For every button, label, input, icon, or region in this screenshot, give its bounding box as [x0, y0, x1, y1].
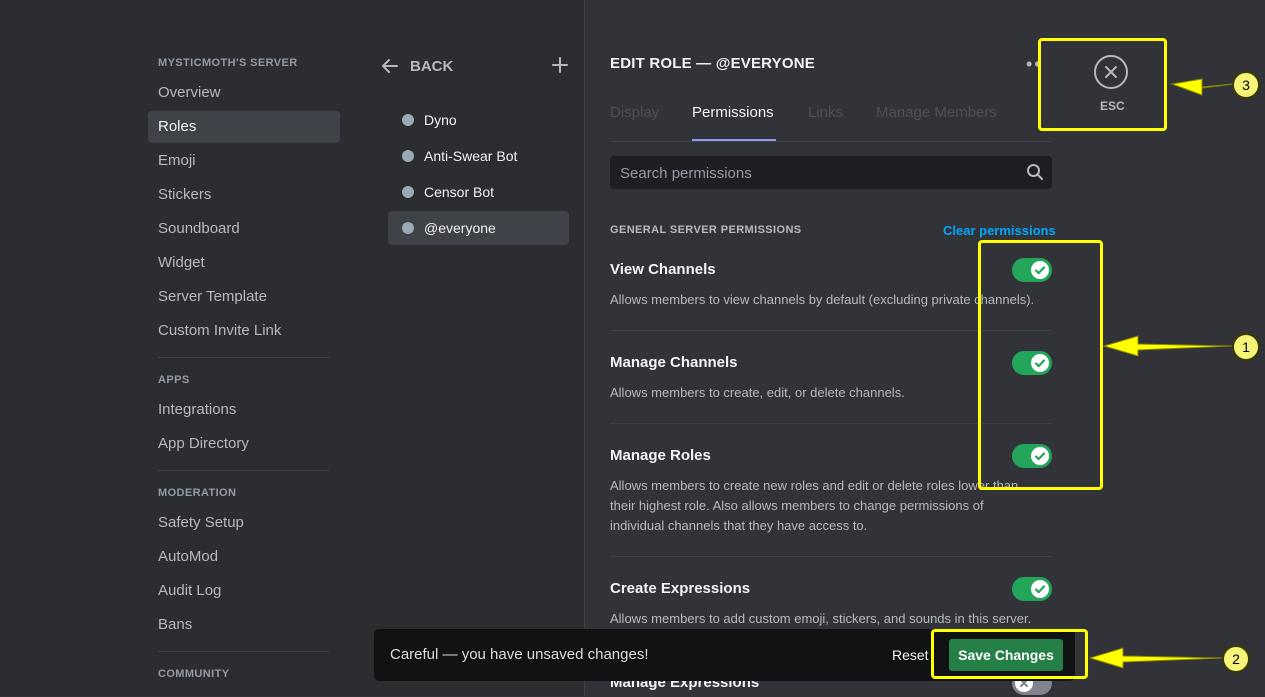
annotation-badge-2: 2 [1222, 645, 1250, 673]
annotation-arrows [1088, 78, 1234, 669]
annotation-badge-1: 1 [1232, 333, 1260, 361]
annotation-badge-3: 3 [1232, 71, 1260, 99]
